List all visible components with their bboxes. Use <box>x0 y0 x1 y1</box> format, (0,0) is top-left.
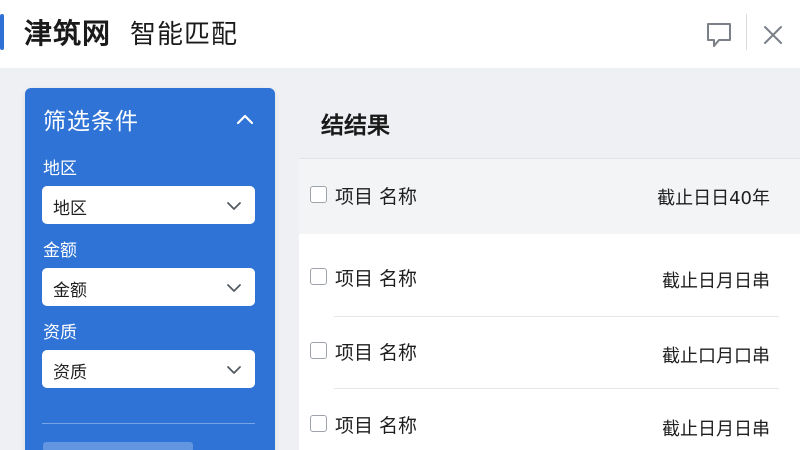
row-checkbox[interactable] <box>310 342 327 359</box>
page-title: 智能匹配 <box>130 20 239 50</box>
amount-label: 金额 <box>43 241 77 261</box>
row-project-name: 项目 名称 <box>335 342 418 364</box>
filter-panel: 筛选条件 地区 地区 金额 金额 资质 资质 <box>25 88 275 450</box>
collapse-chevron-up-icon[interactable] <box>233 108 257 132</box>
table-row[interactable]: 项目 名称 截止日月日串 <box>299 248 800 308</box>
filter-divider <box>42 423 255 424</box>
qualification-select[interactable]: 资质 <box>42 350 255 388</box>
region-label: 地区 <box>43 159 77 179</box>
select-all-checkbox[interactable] <box>310 186 327 203</box>
chevron-down-icon <box>225 279 243 297</box>
row-project-name: 项目 名称 <box>335 268 418 290</box>
row-checkbox[interactable] <box>310 268 327 285</box>
feedback-icon[interactable] <box>704 20 734 50</box>
title-bar: 津筑网 智能匹配 <box>0 0 800 68</box>
chevron-down-icon <box>225 361 243 379</box>
table-row[interactable]: 项目 名称 截止口月口串 <box>299 322 800 382</box>
region-select[interactable]: 地区 <box>42 186 255 224</box>
table-row[interactable]: 项目 名称 截止日月日串 <box>299 395 800 450</box>
amount-select-value: 金额 <box>53 281 87 301</box>
filter-title: 筛选条件 <box>43 109 139 135</box>
table-header: 项目 名称 截止日日40年 <box>299 166 800 226</box>
row-divider <box>334 316 779 317</box>
row-divider <box>334 388 779 389</box>
region-select-value: 地区 <box>53 199 87 219</box>
results-header: 结结果 <box>299 84 800 158</box>
brand-name: 津筑网 <box>24 17 112 50</box>
row-deadline: 截止日月日串 <box>662 271 770 292</box>
close-icon[interactable] <box>760 22 786 48</box>
header-project-name: 项目 名称 <box>335 186 418 208</box>
header-deadline: 截止日日40年 <box>657 188 770 209</box>
amount-select[interactable]: 金额 <box>42 268 255 306</box>
qualification-label: 资质 <box>43 323 77 343</box>
qualification-select-value: 资质 <box>53 363 87 383</box>
row-checkbox[interactable] <box>310 415 327 432</box>
results-title: 结结果 <box>321 113 390 139</box>
title-accent-bar <box>0 14 4 50</box>
row-project-name: 项目 名称 <box>335 415 418 437</box>
filter-footer-placeholder <box>43 442 193 450</box>
titlebar-divider <box>746 14 747 50</box>
row-deadline: 截止日月日串 <box>662 419 770 440</box>
chevron-down-icon <box>225 197 243 215</box>
row-deadline: 截止口月口串 <box>662 346 770 367</box>
